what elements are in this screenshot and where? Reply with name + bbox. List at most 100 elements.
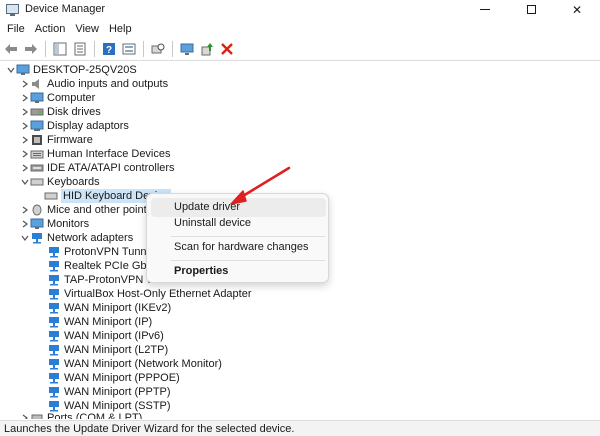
close-button[interactable]: ✕ [554, 0, 600, 19]
keyboard-icon [30, 176, 44, 188]
properties-menu-item[interactable]: Properties [151, 262, 326, 281]
uninstall-icon [221, 43, 233, 55]
back-icon [5, 44, 17, 54]
monitor-button[interactable] [179, 41, 195, 57]
chevron-down-icon[interactable] [20, 175, 30, 189]
help-icon: ? [103, 43, 115, 56]
update-driver-button[interactable] [199, 41, 215, 57]
view-button[interactable] [121, 41, 137, 57]
tree-item-label: Disk drives [47, 106, 101, 118]
scan-hardware-menu-item[interactable]: Scan for hardware changes [151, 238, 326, 257]
monitor-icon [180, 43, 194, 55]
chevron-right-icon[interactable] [20, 203, 30, 217]
network-adapter-icon [47, 372, 61, 384]
toolbar-separator [45, 41, 46, 57]
tree-item-network-device[interactable]: WAN Miniport (IPv6) [47, 329, 164, 343]
tree-item-network-device[interactable]: WAN Miniport (PPTP) [47, 385, 171, 399]
tree-item-label: Network adapters [47, 232, 134, 244]
tree-item-network-device[interactable]: ProtonVPN Tunnel [47, 245, 155, 259]
tree-item-label: ProtonVPN Tunnel [64, 246, 156, 258]
chevron-right-icon[interactable] [20, 147, 30, 161]
tree-item-network-device[interactable]: VirtualBox Host-Only Ethernet Adapter [47, 287, 252, 301]
properties-icon [74, 42, 86, 56]
network-adapter-icon [47, 386, 61, 398]
tree-item-label: VirtualBox Host-Only Ethernet Adapter [64, 288, 252, 300]
port-icon [30, 412, 44, 419]
chevron-right-icon[interactable] [20, 119, 30, 133]
disk-drive-icon [30, 106, 44, 118]
computer-icon [30, 92, 44, 104]
display-adapter-icon [30, 120, 44, 132]
tree-item-audio[interactable]: Audio inputs and outputs [20, 77, 168, 91]
chevron-right-icon[interactable] [20, 105, 30, 119]
keyboard-icon [44, 190, 58, 202]
uninstall-device-menu-item[interactable]: Uninstall device [151, 214, 326, 233]
show-hide-console-tree-icon [53, 42, 67, 56]
scan-hardware-button[interactable] [150, 41, 166, 57]
help-button[interactable]: ? [101, 41, 117, 57]
tree-item-hid[interactable]: Human Interface Devices [20, 147, 171, 161]
close-icon: ✕ [571, 2, 583, 17]
network-adapter-icon [47, 246, 61, 258]
network-adapter-icon [47, 330, 61, 342]
tree-item-mice[interactable]: Mice and other pointing [20, 203, 161, 217]
chevron-right-icon[interactable] [20, 217, 30, 231]
network-adapter-icon [47, 274, 61, 286]
chevron-right-icon[interactable] [20, 77, 30, 91]
menu-file[interactable]: File [2, 23, 30, 35]
view-icon [122, 43, 136, 55]
tree-item-ports[interactable]: Ports (COM & LPT) [20, 411, 142, 419]
uninstall-button[interactable] [219, 41, 235, 57]
maximize-button[interactable] [508, 0, 554, 19]
toolbar: ? [0, 39, 600, 59]
tree-item-network-device[interactable]: WAN Miniport (IKEv2) [47, 301, 171, 315]
tree-item-network-device[interactable]: WAN Miniport (IP) [47, 315, 152, 329]
network-adapter-icon [47, 288, 61, 300]
tree-item-label: WAN Miniport (Network Monitor) [64, 358, 222, 370]
chevron-right-icon[interactable] [20, 161, 30, 175]
minimize-button[interactable] [462, 0, 508, 19]
status-bar: Launches the Update Driver Wizard for th… [0, 420, 600, 436]
tree-item-network-device[interactable]: WAN Miniport (L2TP) [47, 343, 168, 357]
tree-item-disk[interactable]: Disk drives [20, 105, 101, 119]
tree-item-label: WAN Miniport (IPv6) [64, 330, 164, 342]
chevron-right-icon[interactable] [20, 411, 30, 419]
tree-item-monitors[interactable]: Monitors [20, 217, 89, 231]
tree-item-display[interactable]: Display adaptors [20, 119, 129, 133]
speaker-icon [30, 78, 44, 90]
tree-item-label: IDE ATA/ATAPI controllers [47, 162, 175, 174]
forward-button[interactable] [23, 41, 39, 57]
properties-button[interactable] [72, 41, 88, 57]
tree-item-ide[interactable]: IDE ATA/ATAPI controllers [20, 161, 175, 175]
tree-item-label: Ports (COM & LPT) [47, 412, 143, 419]
tree-item-computer[interactable]: Computer [20, 91, 95, 105]
chevron-down-icon[interactable] [6, 63, 16, 77]
tree-item-keyboards[interactable]: Keyboards [20, 175, 100, 189]
chevron-down-icon[interactable] [20, 231, 30, 245]
menu-view[interactable]: View [70, 23, 104, 35]
show-hide-console-tree-button[interactable] [52, 41, 68, 57]
menu-help[interactable]: Help [104, 23, 137, 35]
tree-item-label: WAN Miniport (PPTP) [64, 386, 171, 398]
tree-item-network[interactable]: Network adapters [20, 231, 133, 245]
chevron-right-icon[interactable] [20, 91, 30, 105]
firmware-icon [30, 134, 44, 146]
network-adapter-icon [47, 260, 61, 272]
menu-bar: File Action View Help [0, 19, 600, 39]
ide-controller-icon [30, 162, 44, 174]
network-adapter-icon [47, 344, 61, 356]
menu-action[interactable]: Action [30, 23, 71, 35]
tree-item-label: WAN Miniport (PPPOE) [64, 372, 180, 384]
tree-item-label: Audio inputs and outputs [47, 78, 169, 90]
back-button[interactable] [3, 41, 19, 57]
mouse-icon [30, 204, 44, 216]
chevron-right-icon[interactable] [20, 133, 30, 147]
tree-item-label: Monitors [47, 218, 90, 230]
network-adapter-icon [30, 232, 44, 244]
tree-item-firmware[interactable]: Firmware [20, 133, 93, 147]
toolbar-separator [94, 41, 95, 57]
tree-item-network-device[interactable]: WAN Miniport (Network Monitor) [47, 357, 222, 371]
tree-root[interactable]: DESKTOP-25QV20S [6, 63, 137, 77]
tree-item-network-device[interactable]: WAN Miniport (PPPOE) [47, 371, 180, 385]
maximize-icon [526, 5, 536, 14]
